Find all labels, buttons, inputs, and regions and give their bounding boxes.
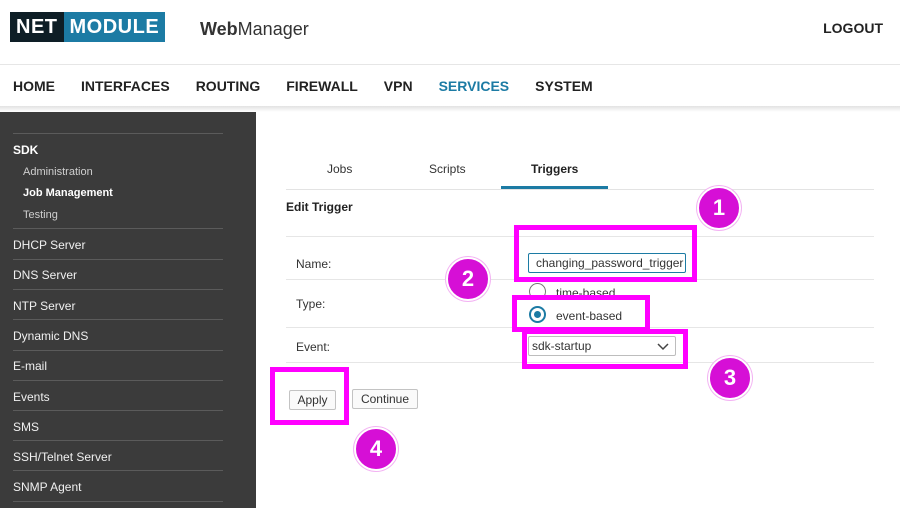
sidebar-divider bbox=[13, 501, 223, 502]
name-label: Name: bbox=[296, 257, 332, 271]
sidebar-item-snmp-agent[interactable]: SNMP Agent bbox=[13, 480, 81, 494]
app-title-bold: Web bbox=[200, 19, 238, 39]
sidebar-item-email[interactable]: E-mail bbox=[13, 359, 47, 373]
sidebar-subitem-testing[interactable]: Testing bbox=[23, 209, 58, 221]
event-select-value: sdk-startup bbox=[532, 339, 592, 353]
nav-interfaces[interactable]: INTERFACES bbox=[81, 78, 170, 94]
annotation-badge-4: 4 bbox=[354, 427, 398, 471]
sidebar-subitem-job-management[interactable]: Job Management bbox=[23, 187, 113, 199]
edit-trigger-title: Edit Trigger bbox=[286, 200, 353, 214]
nav-services[interactable]: SERVICES bbox=[439, 78, 510, 94]
header-divider bbox=[0, 64, 900, 65]
nav-vpn[interactable]: VPN bbox=[384, 78, 413, 94]
sidebar-divider bbox=[13, 133, 223, 134]
sidebar-subitem-administration[interactable]: Administration bbox=[23, 166, 93, 178]
sidebar-divider bbox=[13, 380, 223, 381]
sidebar-item-dynamic-dns[interactable]: Dynamic DNS bbox=[13, 329, 88, 343]
sidebar-divider bbox=[13, 228, 223, 229]
sidebar-item-dhcp-server[interactable]: DHCP Server bbox=[13, 238, 85, 252]
type-label: Type: bbox=[296, 297, 326, 311]
form-divider bbox=[286, 279, 874, 280]
event-select[interactable]: sdk-startup bbox=[528, 336, 676, 356]
annotation-badge-3: 3 bbox=[708, 356, 752, 400]
app-title-rest: Manager bbox=[237, 19, 309, 39]
apply-button[interactable]: Apply bbox=[289, 390, 336, 410]
sidebar-divider bbox=[13, 319, 223, 320]
radio-event-based-label: event-based bbox=[556, 309, 623, 323]
radio-event-based[interactable] bbox=[529, 306, 546, 323]
sidebar-item-sms[interactable]: SMS bbox=[13, 420, 39, 434]
nav-home[interactable]: HOME bbox=[13, 78, 55, 94]
sidebar-item-ssh-telnet-server[interactable]: SSH/Telnet Server bbox=[13, 450, 112, 464]
sidebar: SDK Administration Job Management Testin… bbox=[0, 112, 256, 508]
name-input[interactable] bbox=[528, 253, 686, 273]
app-title: WebManager bbox=[200, 19, 309, 40]
form-divider bbox=[286, 236, 874, 237]
sidebar-divider bbox=[13, 410, 223, 411]
continue-button[interactable]: Continue bbox=[352, 389, 418, 409]
sidebar-item-events[interactable]: Events bbox=[13, 390, 50, 404]
radio-time-based[interactable] bbox=[529, 283, 546, 300]
logout-link[interactable]: LOGOUT bbox=[823, 20, 883, 36]
tab-jobs[interactable]: Jobs bbox=[327, 162, 352, 176]
event-label: Event: bbox=[296, 340, 331, 354]
logo-module-text: MODULE bbox=[63, 12, 166, 42]
main-nav: HOME INTERFACES ROUTING FIREWALL VPN SER… bbox=[0, 66, 900, 106]
tab-triggers[interactable]: Triggers bbox=[531, 162, 578, 176]
nav-firewall[interactable]: FIREWALL bbox=[286, 78, 358, 94]
chevron-down-icon bbox=[657, 343, 669, 351]
sidebar-divider bbox=[13, 440, 223, 441]
sidebar-divider bbox=[13, 470, 223, 471]
netmodule-logo: NET MODULE bbox=[10, 12, 166, 42]
sidebar-item-dns-server[interactable]: DNS Server bbox=[13, 268, 77, 282]
annotation-badge-1: 1 bbox=[697, 186, 741, 230]
form-divider bbox=[286, 362, 874, 363]
logo-net-text: NET bbox=[10, 12, 64, 42]
active-tab-indicator bbox=[501, 186, 608, 189]
radio-time-based-label: time-based bbox=[556, 286, 616, 300]
sidebar-divider bbox=[13, 289, 223, 290]
nav-system[interactable]: SYSTEM bbox=[535, 78, 593, 94]
sidebar-divider bbox=[13, 259, 223, 260]
sidebar-item-ntp-server[interactable]: NTP Server bbox=[13, 299, 75, 313]
tab-bar: Jobs Scripts Triggers bbox=[286, 150, 874, 190]
annotation-badge-2: 2 bbox=[446, 257, 490, 301]
sidebar-divider bbox=[13, 350, 223, 351]
sidebar-section-sdk[interactable]: SDK bbox=[13, 143, 38, 157]
tab-scripts[interactable]: Scripts bbox=[429, 162, 466, 176]
form-divider bbox=[286, 327, 874, 328]
nav-routing[interactable]: ROUTING bbox=[196, 78, 261, 94]
